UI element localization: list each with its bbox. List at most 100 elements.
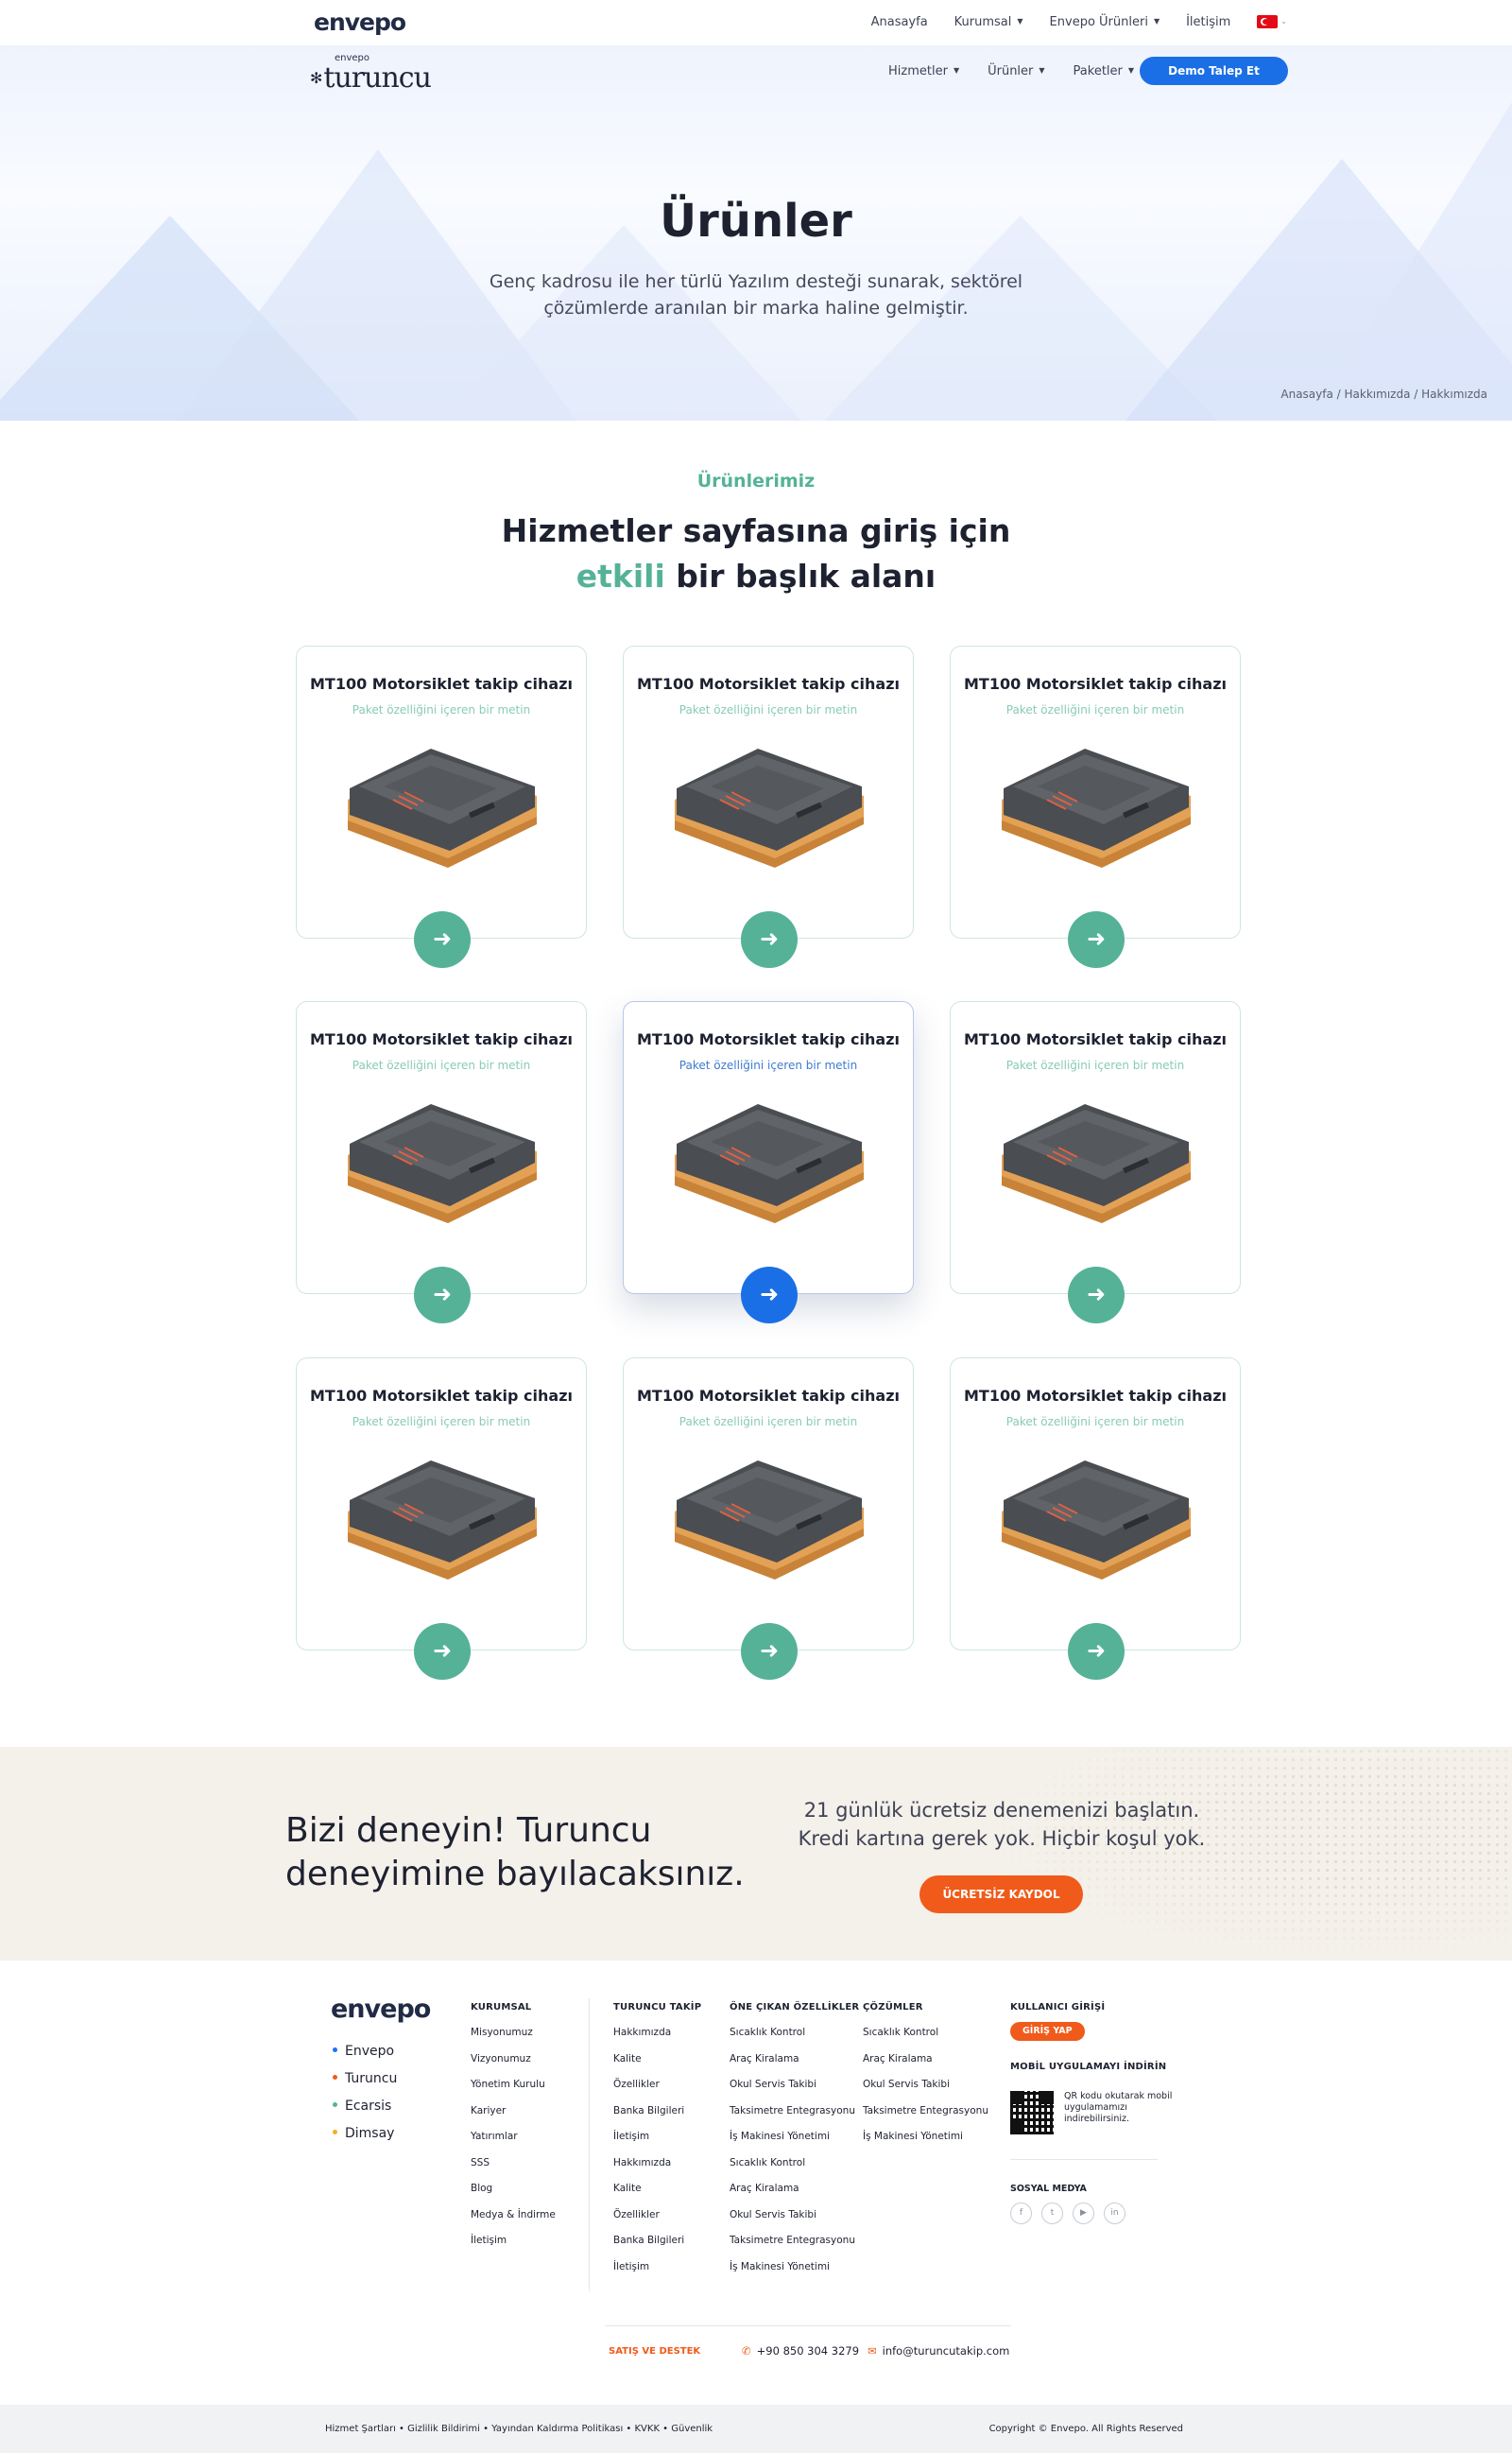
youtube-icon[interactable]: ▶ [1073,2203,1094,2224]
footer-link[interactable]: Araç Kiralama [730,2176,859,2203]
brand-item-label: Dimsay [345,2126,395,2141]
footer-link[interactable]: Vizyonumuz [471,2047,556,2073]
mail-icon: ✉ [868,2344,877,2358]
footer-link[interactable]: Blog [471,2176,556,2203]
login-button[interactable]: GİRİŞ YAP [1010,2022,1085,2041]
footer-link[interactable]: Kariyer [471,2099,556,2125]
product-card[interactable]: MT100 Motorsiklet takip cihazı Paket özel… [296,646,587,968]
qr-text: QR kodu okutarak mobil uygulamamızı indi… [1064,2091,1173,2124]
footer-link[interactable]: Banka Bilgileri [613,2099,701,2125]
product-card[interactable]: MT100 Motorsiklet takip cihazı Paket özel… [950,1357,1241,1680]
gps-tracker-device-image [1002,1104,1191,1223]
legal-links[interactable]: Hizmet Şartları • Gizlilik Bildirimi • Y… [325,2424,713,2434]
breadcrumb[interactable]: Anasayfa / Hakkımızda / Hakkımızda [1280,388,1487,401]
footer-link[interactable]: Özellikler [613,2072,701,2099]
product-arrow-button[interactable]: ➜ [414,911,471,968]
footer-link[interactable]: Taksimetre Entegrasyonu [730,2228,859,2254]
brand-item[interactable]: Dimsay [333,2120,397,2148]
phone-link[interactable]: ✆ +90 850 304 3279 [742,2344,859,2358]
product-card[interactable]: MT100 Motorsiklet takip cihazı Paket özel… [623,1001,914,1323]
nav-kurumsal[interactable]: Kurumsal ▼ [954,15,1023,29]
product-arrow-button[interactable]: ➜ [741,1623,798,1680]
footer-link[interactable]: Yönetim Kurulu [471,2072,556,2099]
brand-item[interactable]: Turuncu [333,2065,397,2093]
brand-item[interactable]: Ecarsis [333,2093,397,2120]
phone-icon: ✆ [742,2344,751,2358]
product-arrow-button[interactable]: ➜ [741,911,798,968]
product-card[interactable]: MT100 Motorsiklet takip cihazı Paket özel… [296,1001,587,1323]
nav-envepo-urunleri[interactable]: Envepo Ürünleri ▼ [1050,15,1160,29]
free-signup-button[interactable]: ÜCRETSİZ KAYDOL [919,1875,1083,1913]
footer-link[interactable]: Hakkımızda [613,2151,701,2177]
footer-link[interactable]: İş Makinesi Yönetimi [730,2124,859,2151]
nav-anasayfa[interactable]: Anasayfa [871,15,928,29]
footer-link[interactable]: Özellikler [613,2203,701,2229]
footer-logo[interactable]: envepo [331,1995,431,2024]
language-switcher[interactable]: ⌄ [1257,15,1287,29]
qr-code-icon [1010,2091,1054,2134]
product-card[interactable]: MT100 Motorsiklet takip cihazı Paket özel… [623,646,914,968]
product-arrow-button[interactable]: ➜ [414,1267,471,1323]
footer-link[interactable]: Kalite [613,2047,701,2073]
footer-col-kurumsal: KURUMSAL Misyonumuz Vizyonumuz Yönetim Kuru… [471,2002,556,2254]
product-card[interactable]: MT100 Motorsiklet takip cihazı Paket özel… [950,1001,1241,1323]
nav-paketler[interactable]: Paketler ▼ [1074,64,1135,78]
footer-link[interactable]: Okul Servis Takibi [863,2072,988,2099]
footer-link[interactable]: Banka Bilgileri [613,2228,701,2254]
product-arrow-button[interactable]: ➜ [1068,1623,1125,1680]
product-arrow-button[interactable]: ➜ [414,1623,471,1680]
footer-link[interactable]: İletişim [613,2124,701,2151]
brand-list: Envepo Turuncu Ecarsis Dimsay [333,2038,397,2148]
nav-iletisim[interactable]: İletişim [1186,15,1230,29]
footer-link[interactable]: İş Makinesi Yönetimi [730,2254,859,2281]
footer-link[interactable]: Sıcaklık Kontrol [730,2151,859,2177]
footer-link[interactable]: İletişim [613,2254,701,2281]
linkedin-icon[interactable]: in [1104,2203,1125,2224]
footer-link[interactable]: Okul Servis Takibi [730,2072,859,2099]
product-arrow-button[interactable]: ➜ [741,1267,798,1323]
footer-link[interactable]: Medya & İndirme [471,2203,556,2229]
footer-link[interactable]: Araç Kiralama [863,2047,988,2073]
demo-request-button[interactable]: Demo Talep Et [1140,57,1288,85]
facebook-icon[interactable]: f [1010,2203,1032,2224]
product-image [336,1453,548,1585]
envepo-logo[interactable]: envepo [314,9,406,36]
footer-link[interactable]: Taksimetre Entegrasyonu [863,2099,988,2125]
login-block: KULLANICI GİRİŞİ GİRİŞ YAP MOBİL UYGULAM… [1010,2002,1166,2080]
product-image [336,1097,548,1229]
arrow-right-icon: ➜ [432,925,453,952]
footer-link[interactable]: Araç Kiralama [730,2047,859,2073]
footer-link[interactable]: İletişim [471,2228,556,2254]
footer-link[interactable]: Okul Servis Takibi [730,2203,859,2229]
brand-item[interactable]: Envepo [333,2038,397,2065]
product-card[interactable]: MT100 Motorsiklet takip cihazı Paket özel… [623,1357,914,1680]
nav-urunler-label: Ürünler [988,64,1034,78]
footer-link[interactable]: Sıcaklık Kontrol [730,2020,859,2047]
footer-link[interactable]: SSS [471,2151,556,2177]
product-card[interactable]: MT100 Motorsiklet takip cihazı Paket özel… [950,646,1241,968]
footer-col-title: KURUMSAL [471,2002,532,2012]
arrow-right-icon: ➜ [1086,925,1107,952]
caret-down-icon: ▼ [1153,17,1160,26]
product-card-title: MT100 Motorsiklet takip cihazı [964,675,1227,693]
footer-link[interactable]: Sıcaklık Kontrol [863,2020,988,2047]
footer-link[interactable]: İş Makinesi Yönetimi [863,2124,988,2151]
nav-urunler[interactable]: Ürünler ▼ [988,64,1044,78]
footer-link[interactable]: Hakkımızda [613,2020,701,2047]
bullet-dot-icon [333,2047,337,2052]
arrow-right-icon: ➜ [759,1637,780,1664]
footer-col-cozumler: ÇÖZÜMLER Sıcaklık Kontrol Araç Kiralama Oku… [863,2002,988,2151]
footer-link[interactable]: Misyonumuz [471,2020,556,2047]
footer-link[interactable]: Taksimetre Entegrasyonu [730,2099,859,2125]
email-link[interactable]: ✉ info@turuncutakip.com [868,2344,1009,2358]
product-arrow-button[interactable]: ➜ [1068,911,1125,968]
product-card[interactable]: MT100 Motorsiklet takip cihazı Paket özel… [296,1357,587,1680]
main-nav: envepo ✻turuncu Hizmetler ▼ Ürünler ▼ Pake… [0,45,1512,96]
twitter-icon[interactable]: t [1041,2203,1063,2224]
footer-link[interactable]: Yatırımlar [471,2124,556,2151]
product-card-title: MT100 Motorsiklet takip cihazı [637,1387,900,1405]
product-arrow-button[interactable]: ➜ [1068,1267,1125,1323]
nav-hizmetler[interactable]: Hizmetler ▼ [888,64,959,78]
divider [589,1998,590,2291]
footer-link[interactable]: Kalite [613,2176,701,2203]
